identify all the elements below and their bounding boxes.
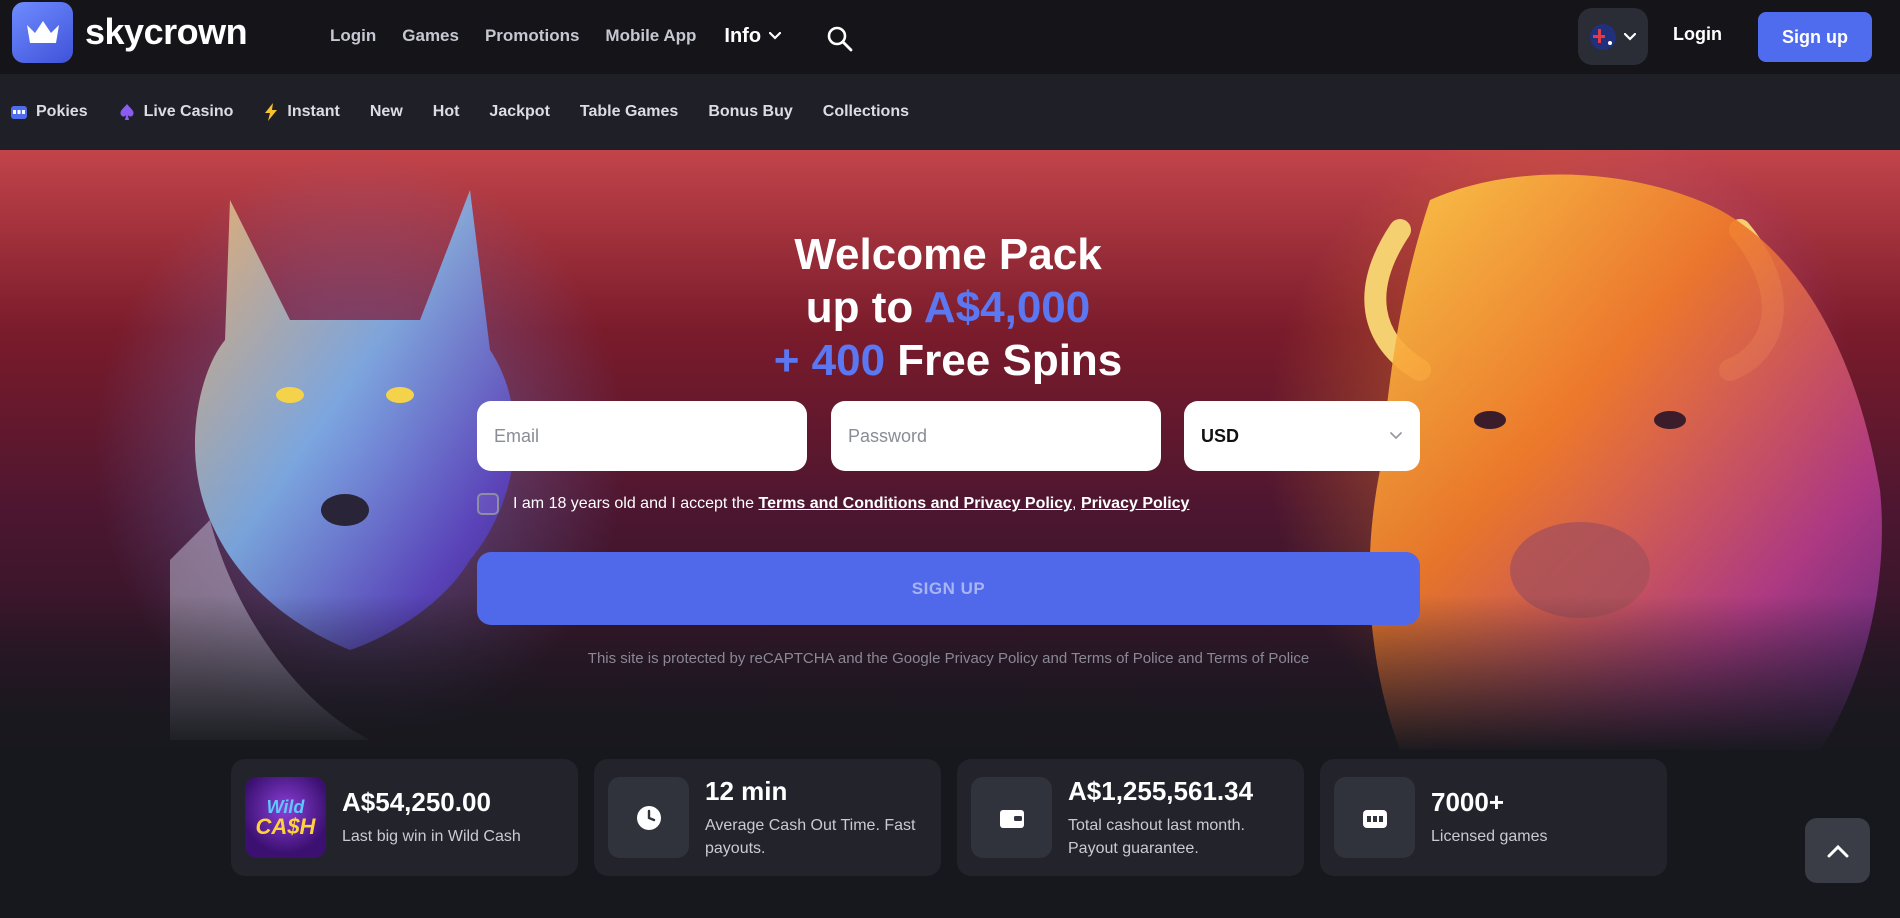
- wallet-icon: [971, 777, 1052, 858]
- stat-card-big-win: Wild CA$H A$54,250.00 Last big win in Wi…: [231, 759, 578, 876]
- slot-machine-icon: [10, 103, 28, 121]
- currency-value: USD: [1201, 425, 1240, 446]
- top-header: skycrown Login Games Promotions Mobile A…: [0, 0, 1900, 74]
- language-selector[interactable]: [1578, 8, 1648, 65]
- search-icon[interactable]: [826, 25, 854, 53]
- nav-promotions[interactable]: Promotions: [485, 26, 579, 46]
- password-placeholder: Password: [848, 425, 928, 446]
- category-bar: Pokies Live Casino Instant New Hot Jackp…: [0, 74, 1900, 150]
- lightning-icon: [263, 103, 279, 121]
- terms-agreement: I am 18 years old and I accept the Terms…: [477, 493, 1189, 515]
- nav-login[interactable]: Login: [330, 26, 376, 46]
- australia-flag-icon: [1590, 23, 1616, 50]
- signup-submit-button[interactable]: SIGN UP: [477, 552, 1420, 625]
- chevron-down-icon: [1390, 432, 1402, 440]
- stat-card-cashout-time: 12 min Average Cash Out Time. Fast payou…: [594, 759, 941, 876]
- headline-line3-suffix: Free Spins: [885, 336, 1123, 385]
- free-spins-count: + 400: [773, 336, 886, 385]
- stat-label: Last big win in Wild Cash: [342, 828, 521, 845]
- signup-button[interactable]: Sign up: [1758, 12, 1872, 62]
- category-label: Instant: [287, 103, 340, 120]
- headline-line3: + 400 Free Spins: [700, 334, 1196, 387]
- wild-cash-logo-word-2: CA$H: [255, 813, 316, 839]
- wild-cash-logo-word-1: Wild: [266, 796, 305, 817]
- recaptcha-notice: This site is protected by reCAPTCHA and …: [587, 650, 1310, 667]
- stat-card-licensed-games: 7000+ Licensed games: [1320, 759, 1667, 876]
- stat-label: Licensed games: [1431, 828, 1548, 845]
- main-nav: Login Games Promotions Mobile App Info: [330, 0, 782, 72]
- category-pokies[interactable]: Pokies: [10, 103, 88, 121]
- category-instant[interactable]: Instant: [263, 103, 340, 121]
- email-placeholder: Email: [494, 425, 540, 446]
- terms-text: I am 18 years old and I accept the: [513, 495, 759, 512]
- spade-icon: [118, 103, 136, 121]
- brand-logo[interactable]: skycrown: [12, 0, 248, 64]
- stat-label: Average Cash Out Time. Fast payouts.: [705, 817, 916, 857]
- stat-value: A$54,250.00: [342, 787, 491, 817]
- terms-separator: ,: [1072, 495, 1081, 512]
- category-jackpot[interactable]: Jackpot: [489, 103, 549, 121]
- currency-select[interactable]: USD: [1184, 401, 1420, 471]
- stat-value: 12 min: [705, 776, 788, 806]
- category-bonus-buy[interactable]: Bonus Buy: [708, 103, 792, 121]
- brand-name: skycrown: [85, 11, 248, 52]
- age-terms-checkbox[interactable]: [477, 493, 499, 515]
- wild-cash-logo: Wild CA$H: [245, 777, 326, 858]
- category-new[interactable]: New: [370, 103, 403, 121]
- password-field[interactable]: Password: [831, 401, 1161, 471]
- info-label: Info: [724, 24, 762, 47]
- bonus-amount: A$4,000: [923, 283, 1091, 332]
- chevron-down-icon: [1624, 32, 1636, 41]
- headline-line2-prefix: up to: [805, 283, 924, 332]
- nav-mobile-app[interactable]: Mobile App: [605, 26, 696, 46]
- crown-icon: [12, 1, 73, 63]
- category-label: Pokies: [36, 103, 88, 120]
- chevron-down-icon: [769, 32, 782, 40]
- headline-line2: up to A$4,000: [700, 281, 1196, 334]
- scroll-to-top-button[interactable]: [1805, 818, 1870, 883]
- clock-icon: [608, 777, 689, 858]
- wild-cash-game-icon[interactable]: Wild CA$H: [245, 777, 326, 858]
- stat-card-total-cashout: A$1,255,561.34 Total cashout last month.…: [957, 759, 1304, 876]
- stat-label: Total cashout last month. Payout guarant…: [1068, 817, 1245, 857]
- category-hot[interactable]: Hot: [433, 103, 460, 121]
- category-label: Live Casino: [143, 103, 234, 120]
- welcome-headline: Welcome Pack up to A$4,000 + 400 Free Sp…: [700, 228, 1196, 387]
- stat-value: 7000+: [1431, 787, 1505, 817]
- nav-games[interactable]: Games: [402, 26, 459, 46]
- login-button[interactable]: Login: [1673, 24, 1722, 45]
- stat-value: A$1,255,561.34: [1068, 776, 1254, 806]
- terms-link[interactable]: Terms and Conditions and Privacy Policy: [758, 495, 1072, 513]
- chevron-up-icon: [1827, 844, 1848, 857]
- category-collections[interactable]: Collections: [823, 103, 909, 121]
- category-table-games[interactable]: Table Games: [580, 103, 678, 121]
- headline-line1: Welcome Pack: [794, 230, 1102, 279]
- privacy-policy-link[interactable]: Privacy Policy: [1081, 495, 1190, 513]
- slot-machine-icon: [1334, 777, 1415, 858]
- email-field[interactable]: Email: [477, 401, 807, 471]
- category-live-casino[interactable]: Live Casino: [118, 103, 234, 121]
- nav-info-dropdown[interactable]: Info: [724, 24, 782, 48]
